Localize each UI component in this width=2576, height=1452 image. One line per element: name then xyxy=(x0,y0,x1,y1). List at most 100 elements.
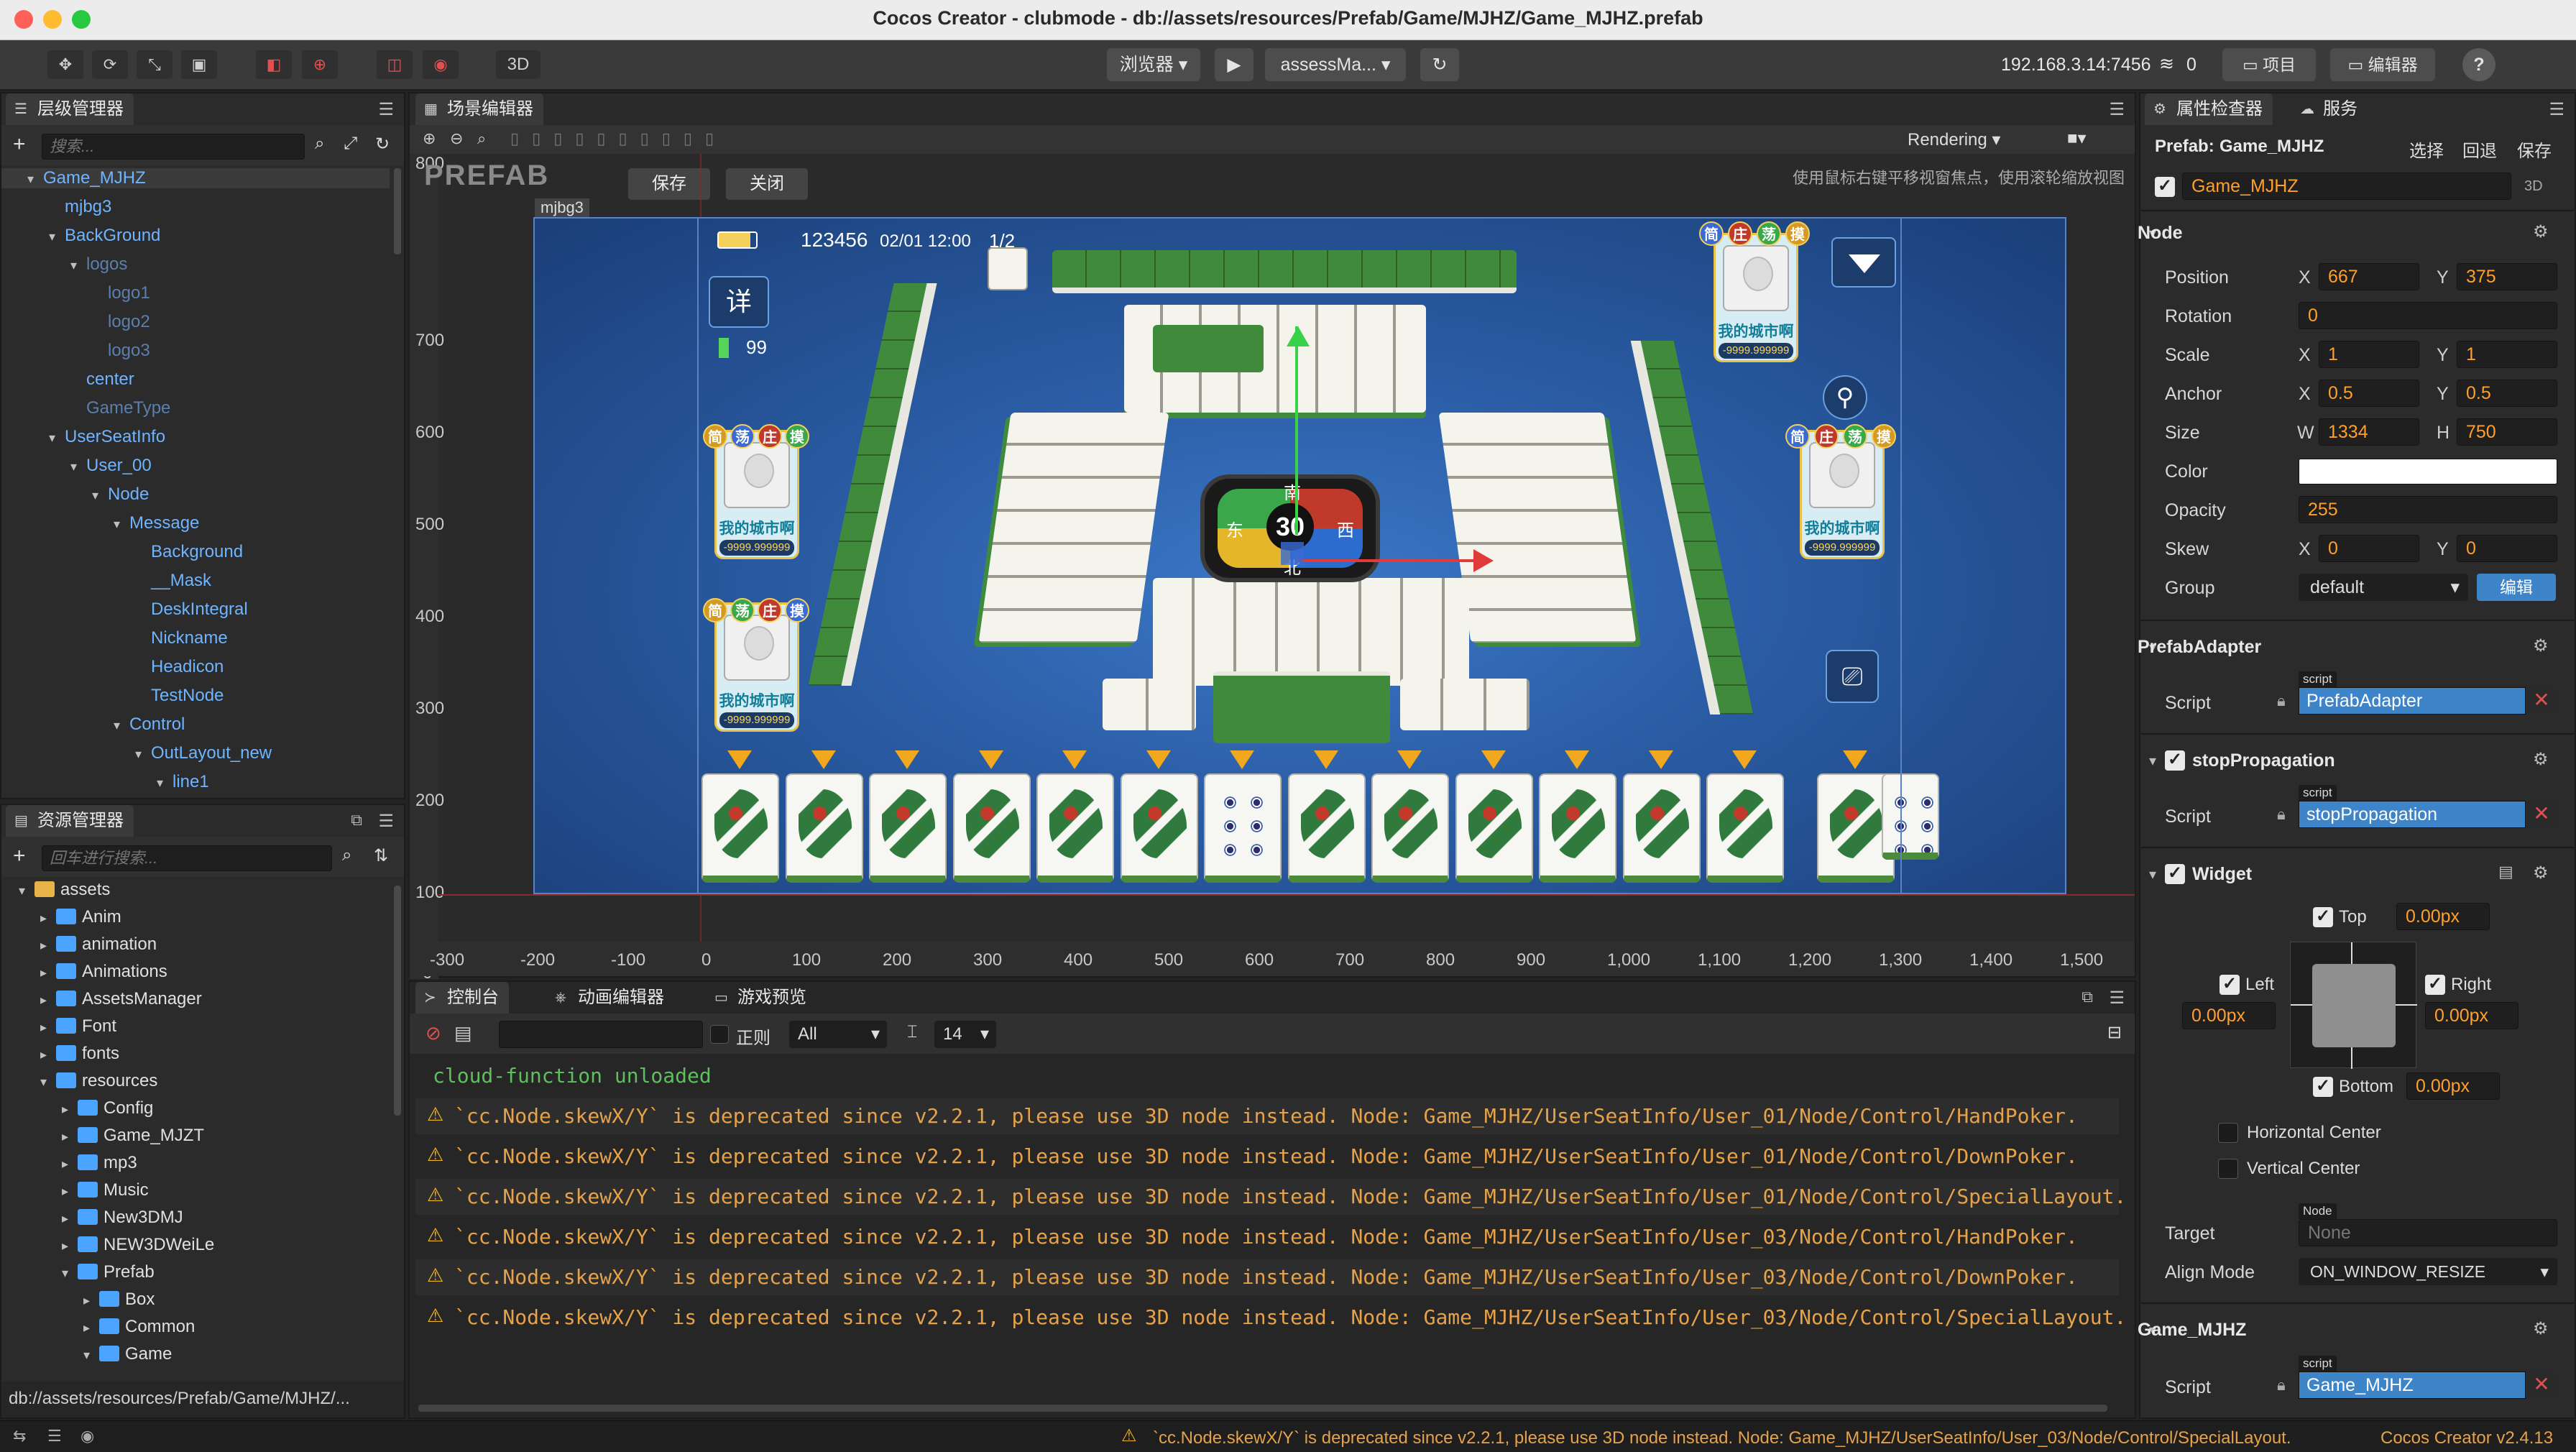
tab-hierarchy[interactable]: ☰ 层级管理器 xyxy=(6,93,134,125)
asset-folder[interactable]: ▾ resources xyxy=(40,1071,157,1091)
hand-tile[interactable] xyxy=(1204,773,1282,883)
expand-toggle-icon[interactable]: ▸ xyxy=(62,1129,78,1144)
hand-tile[interactable] xyxy=(1539,773,1616,883)
expand-toggle-icon[interactable]: ▾ xyxy=(92,488,108,503)
asset-folder[interactable]: ▾ Prefab xyxy=(62,1262,155,1282)
prefab-save-button[interactable]: 保存 xyxy=(628,168,710,200)
widget-left-checkbox[interactable] xyxy=(2220,973,2240,995)
remove-script-button[interactable]: ✕ xyxy=(2527,1371,2556,1399)
open-log-icon[interactable]: ▤ xyxy=(454,1022,472,1044)
gear-icon[interactable]: ⚙ xyxy=(2533,863,2549,883)
widget-bottom-field[interactable]: 0.00px xyxy=(2406,1072,2500,1100)
panel-menu-icon[interactable]: ☰ xyxy=(2109,988,2125,1008)
hierarchy-node[interactable]: TestNode xyxy=(135,686,224,706)
hierarchy-node[interactable]: ▾ OutLayout_new xyxy=(135,743,272,763)
player-avatar-west-bottom[interactable]: 我的城市啊 -9999.999999 xyxy=(714,602,799,732)
expand-toggle-icon[interactable]: ▸ xyxy=(62,1211,78,1226)
expand-toggle-icon[interactable]: ▾ xyxy=(19,883,34,899)
expand-toggle-icon[interactable]: ▸ xyxy=(40,993,56,1008)
widget-left-field[interactable]: 0.00px xyxy=(2182,1002,2276,1029)
gear-icon[interactable]: ⚙ xyxy=(2533,635,2549,656)
scene-select[interactable]: assessMa... ▾ xyxy=(1265,48,1406,81)
expand-toggle-icon[interactable]: ▸ xyxy=(40,965,56,980)
search-icon[interactable]: ⌕ xyxy=(315,134,324,154)
widget-target-field[interactable]: None xyxy=(2299,1219,2557,1246)
tab-animation-editor[interactable]: ⎈ 动画编辑器 xyxy=(546,982,674,1014)
expand-toggle-icon[interactable]: ▾ xyxy=(70,459,86,474)
expand-toggle-icon[interactable]: ▾ xyxy=(135,747,151,762)
collapse-component-icon[interactable]: ▾ xyxy=(2149,865,2156,883)
expand-toggle-icon[interactable]: ▸ xyxy=(62,1184,78,1199)
search-icon[interactable]: ⌕ xyxy=(342,845,351,865)
tab-console[interactable]: ≻ 控制台 xyxy=(415,982,509,1014)
clear-console-icon[interactable]: ⊘ xyxy=(426,1022,441,1044)
scale-tool-icon[interactable]: ⤡ xyxy=(137,50,172,79)
hand-tile[interactable] xyxy=(702,773,779,883)
gizmo-x-arrow[interactable] xyxy=(1473,549,1494,572)
detail-button[interactable]: 详 xyxy=(709,276,769,328)
zoom-fit-icon[interactable]: ⌕ xyxy=(477,129,486,148)
drawn-tile-secondary[interactable] xyxy=(1882,773,1939,860)
asset-folder[interactable]: ▸ Anim xyxy=(40,907,121,927)
scale-y-field[interactable]: 1 xyxy=(2457,341,2557,368)
hierarchy-node[interactable]: mjbg3 xyxy=(49,197,111,217)
expand-toggle-icon[interactable]: ▸ xyxy=(40,1047,56,1062)
tab-service[interactable]: ☁ 服务 xyxy=(2291,93,2368,125)
hierarchy-search-input[interactable] xyxy=(42,134,305,160)
asset-folder[interactable]: ▸ NEW3DWeiLe xyxy=(62,1235,214,1255)
hand-tile[interactable] xyxy=(1455,773,1533,883)
widget-enabled-checkbox[interactable] xyxy=(2165,863,2185,884)
locate-icon[interactable]: ⤢ xyxy=(344,134,357,154)
open-project-button[interactable]: ▭ 项目 xyxy=(2222,48,2316,81)
asset-folder[interactable]: ▸ animation xyxy=(40,934,157,955)
console-filter-input[interactable] xyxy=(499,1021,703,1048)
local-global-icon[interactable]: ⊕ xyxy=(302,50,338,79)
gear-icon[interactable]: ⚙ xyxy=(2533,749,2549,770)
maximize-panel-icon[interactable]: ⧉ xyxy=(2082,988,2093,1006)
expand-toggle-icon[interactable]: ▾ xyxy=(114,718,129,733)
hierarchy-node[interactable]: DeskIntegral xyxy=(135,599,248,620)
database-icon[interactable]: ☰ xyxy=(47,1427,62,1446)
hierarchy-node[interactable]: ▾ Node xyxy=(92,484,149,505)
add-node-icon[interactable]: + xyxy=(13,132,26,157)
play-button[interactable]: ▶ xyxy=(1215,48,1254,81)
location-icon[interactable]: ⚲ xyxy=(1823,375,1867,420)
asset-folder[interactable]: ▸ Box xyxy=(83,1290,155,1310)
hierarchy-node[interactable]: __Mask xyxy=(135,571,211,591)
widget-bottom-checkbox[interactable] xyxy=(2313,1075,2333,1097)
hierarchy-node[interactable]: ▾ Message xyxy=(114,513,199,533)
align-mode-select[interactable]: ON_WINDOW_RESIZE ▾ xyxy=(2299,1258,2557,1285)
regex-checkbox[interactable] xyxy=(710,1025,729,1044)
rect-tool-icon[interactable]: ▣ xyxy=(181,50,217,79)
expand-toggle-icon[interactable]: ▾ xyxy=(83,1348,99,1363)
refresh-icon[interactable]: ↻ xyxy=(375,134,390,155)
asset-folder[interactable]: ▸ Music xyxy=(62,1180,149,1200)
panel-menu-icon[interactable]: ☰ xyxy=(378,811,394,832)
node-active-checkbox[interactable] xyxy=(2155,175,2175,197)
anchor-y-field[interactable]: 0.5 xyxy=(2457,380,2557,407)
opacity-field[interactable]: 255 xyxy=(2299,496,2557,523)
prefab-close-button[interactable]: 关闭 xyxy=(726,168,808,200)
hierarchy-node[interactable]: Background xyxy=(135,542,243,562)
hand-tile[interactable] xyxy=(952,773,1031,883)
gear-icon[interactable]: ⚙ xyxy=(2533,221,2549,242)
move-gizmo-x[interactable] xyxy=(1297,559,1476,562)
expand-toggle-icon[interactable]: ▸ xyxy=(62,1239,78,1254)
asset-folder[interactable]: ▸ mp3 xyxy=(62,1153,137,1173)
asset-folder[interactable]: ▾ Game xyxy=(83,1344,172,1364)
hierarchy-node[interactable]: center xyxy=(70,369,134,390)
hierarchy-node[interactable]: GameType xyxy=(70,398,170,418)
pivot-icon[interactable]: ◧ xyxy=(256,50,292,79)
panel-menu-icon[interactable]: ☰ xyxy=(2549,99,2564,120)
assets-search-input[interactable] xyxy=(42,845,332,871)
hand-tile[interactable] xyxy=(1371,773,1449,883)
move-gizmo-y[interactable] xyxy=(1295,326,1298,535)
widget-right-checkbox[interactable] xyxy=(2425,973,2445,995)
asset-folder[interactable]: ▸ New3DMJ xyxy=(62,1208,183,1228)
browser-select[interactable]: 浏览器 ▾ xyxy=(1107,48,1200,81)
open-editor-button[interactable]: ▭ 编辑器 xyxy=(2330,48,2435,81)
scale-x-field[interactable]: 1 xyxy=(2319,341,2419,368)
tab-inspector[interactable]: ⚙ 属性检查器 xyxy=(2145,93,2273,125)
widget-top-checkbox[interactable] xyxy=(2313,906,2333,927)
help-button[interactable]: ? xyxy=(2462,48,2496,81)
